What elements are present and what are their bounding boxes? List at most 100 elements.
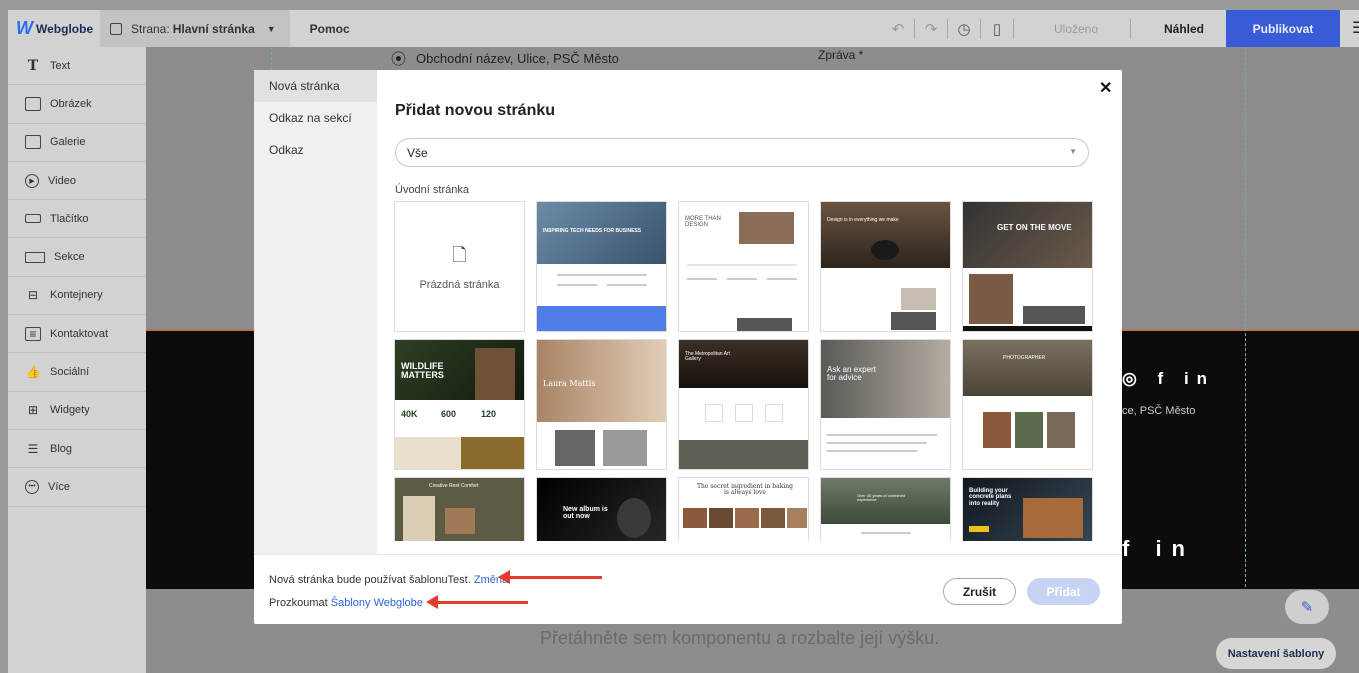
sidebar-item-gallery[interactable]: Galerie [8,124,146,162]
annotation-arrow [498,570,602,584]
footer-template-note: Nová stránka bude používat šablonuTest. … [269,574,508,586]
sidebar-item-label: Sekce [54,251,85,264]
template-block [739,212,794,244]
template-thumbnail[interactable]: INSPIRING TECH NEEDS FOR BUSINESS [536,201,667,332]
template-thumbnail[interactable]: Creative Rest Comfort [394,477,525,541]
sidebar-item-contact[interactable]: ≡ Kontaktovat [8,315,146,354]
section-icon [25,251,45,263]
template-block [395,437,461,469]
sidebar-item-section[interactable]: Sekce [8,238,146,277]
design-icon-button[interactable]: ✎ [1285,590,1329,624]
template-thumbnail[interactable]: The Metropolitan Art Gallery [678,339,809,470]
category-select[interactable]: Vše ▼ [395,138,1089,167]
template-thumbnail[interactable]: Ask an expert for advice [820,339,951,470]
template-thumbnail[interactable]: PHOTOGRAPHER [962,339,1093,470]
template-thumbnail[interactable]: Laura Mattis [536,339,667,470]
sidebar-item-label: Sociální [50,366,90,379]
containers-icon: ⊟ [27,288,39,303]
logo[interactable]: W Webglobe [8,10,100,47]
social-icon: 👍 [25,365,41,380]
button-icon [25,214,41,224]
guide-line-right [1245,47,1246,587]
webglobe-templates-link[interactable]: Šablony Webglobe [331,597,423,609]
toolbar-divider [1130,19,1131,39]
sidebar-item-image[interactable]: Obrázek [8,85,146,124]
template-title: PHOTOGRAPHER [1003,355,1046,361]
sidebar-item-widgets[interactable]: ⊞ Widgety [8,392,146,430]
blank-page-icon: 🗋 [452,244,467,265]
template-block [871,240,899,260]
preview-button[interactable]: Náhled [1164,22,1204,36]
mobile-icon[interactable]: ▯ [985,20,1009,38]
template-block [1047,412,1075,448]
template-settings-button[interactable]: Nastavení šablony [1216,638,1336,669]
template-thumbnail[interactable]: GET ON THE MOVE [962,201,1093,332]
template-block [761,508,785,528]
page-selector[interactable]: Strana: Hlavní stránka ▼ [100,10,290,47]
template-block [891,312,936,330]
template-line [861,532,911,534]
nav-section-link[interactable]: Odkaz na sekcí [254,102,377,134]
template-block [403,496,435,541]
sidebar-item-blog[interactable]: ☰ Blog [8,430,146,469]
template-blank[interactable]: 🗋 Prázdná stránka [394,201,525,332]
sidebar-item-button[interactable]: Tlačítko [8,200,146,239]
template-title: MORE THAN DESIGN [685,216,721,229]
template-block [617,498,651,538]
sidebar-item-label: Tlačítko [50,212,89,225]
template-line [727,278,757,280]
template-block [603,430,647,466]
sidebar-item-containers[interactable]: ⊟ Kontejnery [8,277,146,316]
redo-icon[interactable]: ↷ [919,20,943,38]
template-block [735,508,759,528]
toolbar-divider [947,18,948,39]
sidebar-item-text[interactable]: T Text [8,47,146,86]
footer-explore: Prozkoumat Šablony Webglobe [269,597,423,609]
template-thumbnail[interactable]: Building your concrete plans into realit… [962,477,1093,541]
toolbar-divider [1013,18,1014,39]
sidebar-item-label: Widgety [50,404,90,417]
bg-address: ⦿ Obchodní název, Ulice, PSČ Město [391,48,619,69]
template-hero [963,202,1092,268]
template-thumbnail[interactable]: The secret ingredient in baking is alway… [678,477,809,541]
help-link[interactable]: Pomoc [310,22,350,36]
publish-button[interactable]: Publikovat [1226,10,1340,47]
close-icon[interactable]: ✕ [1099,78,1112,98]
hamburger-menu-icon[interactable]: ☰ [1352,18,1359,38]
template-thumbnail[interactable]: New album is out now [536,477,667,541]
history-icon[interactable]: ◷ [952,20,976,38]
template-thumbnail[interactable]: Over 30 years of combined experience [820,477,951,541]
text-icon: T [27,57,39,74]
bg-address-short: ce, PSČ Město [1122,405,1196,417]
webglobe-logo-icon: W [16,18,33,38]
bg-social-icons: ◎ f in [1122,369,1216,388]
modal-footer: Nová stránka bude používat šablonuTest. … [254,554,1122,624]
add-button[interactable]: Přidat [1027,578,1100,605]
footer-explore-text: Prozkoumat [269,597,328,609]
sidebar-item-label: Kontejnery [50,289,103,302]
template-thumbnail[interactable]: MORE THAN DESIGN [678,201,809,332]
template-line [687,278,717,280]
sidebar-item-more[interactable]: ••• Více [8,468,146,507]
template-thumbnail[interactable]: Design is in everything we make [820,201,951,332]
modal-title: Přidat novou stránku [395,102,556,119]
nav-new-page[interactable]: Nová stránka [254,70,377,102]
template-title: The secret ingredient in baking is alway… [697,483,793,497]
undo-icon[interactable]: ↶ [886,20,910,38]
sidebar-item-video[interactable]: ▶ Video [8,162,146,201]
template-thumbnail[interactable]: WILDLIFE MATTERS 40K 600 120 [394,339,525,470]
cancel-button[interactable]: Zrušit [943,578,1016,605]
template-title: Ask an expert for advice [827,365,876,383]
gallery-icon [25,135,41,150]
chevron-down-icon: ▼ [1069,147,1077,156]
more-icon: ••• [25,479,39,494]
annotation-arrow [426,595,528,609]
template-title: Laura Mattis [543,379,596,388]
nav-link[interactable]: Odkaz [254,134,377,166]
template-block [737,318,792,331]
template-line [687,264,797,266]
sidebar-item-label: Galerie [50,136,86,149]
top-bar: W Webglobe Strana: Hlavní stránka ▼ Pomo… [8,10,1359,47]
template-stat: 600 [441,409,457,419]
sidebar-item-social[interactable]: 👍 Sociální [8,353,146,392]
